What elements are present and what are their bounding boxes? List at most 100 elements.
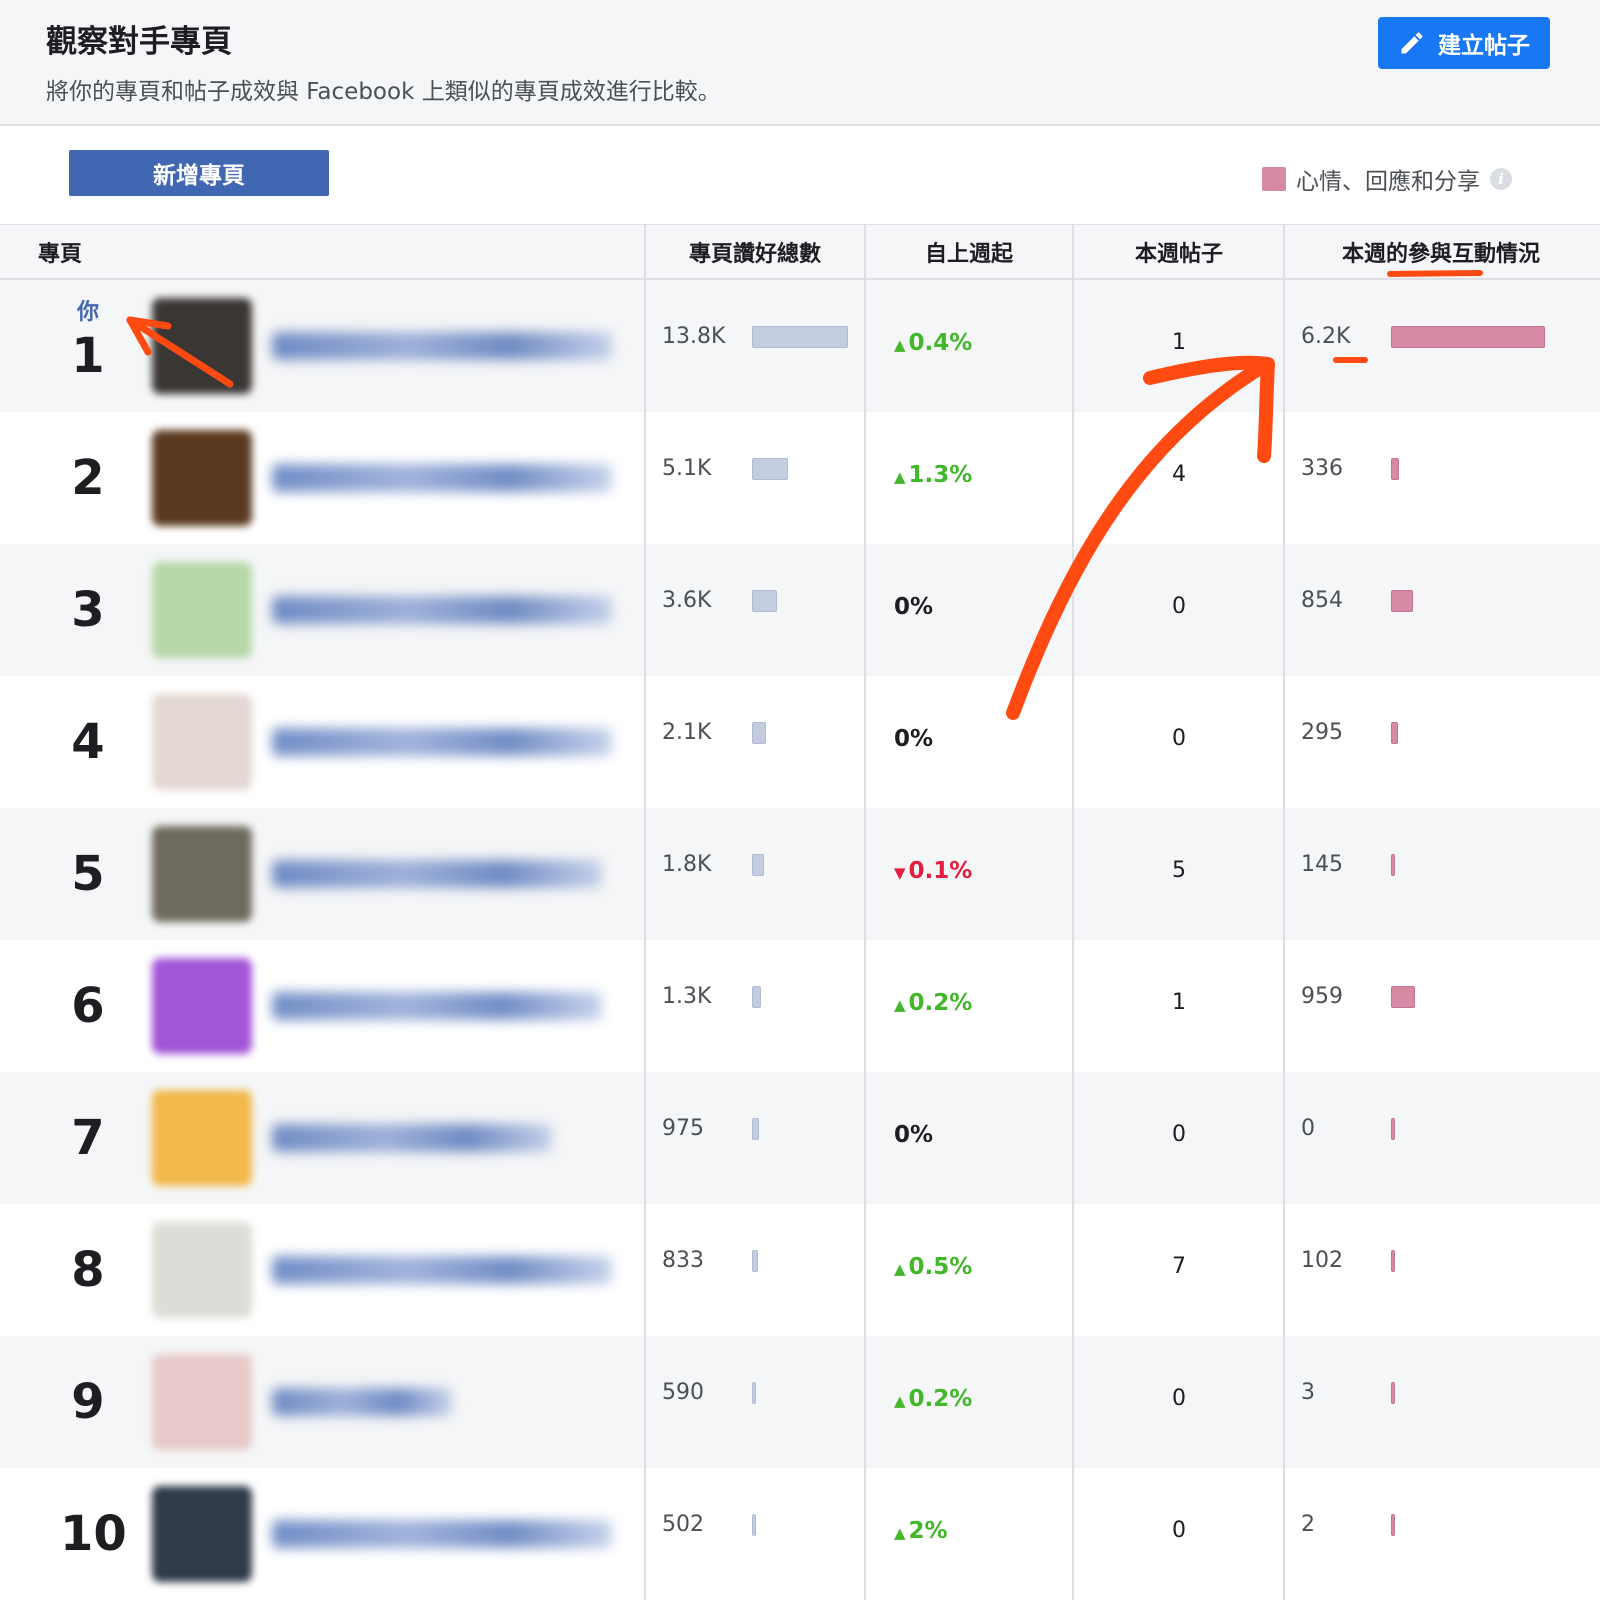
table-row[interactable]: 5 1.8K ▼ 0.1% 5 145 [0, 808, 1600, 940]
weekly-change: ▲ 0.5% [894, 1254, 972, 1280]
page-name-link[interactable] [272, 332, 612, 360]
posts-this-week: 1 [1172, 330, 1186, 355]
rank-number: 2 [71, 450, 105, 506]
page-avatar[interactable] [152, 826, 252, 922]
table-row[interactable]: 3 3.6K 0% 0 854 [0, 544, 1600, 676]
weekly-change-value: 0.2% [908, 1386, 973, 1412]
table-header: 專頁 專頁讚好總數 自上週起 本週帖子 本週的參與互動情況 [0, 224, 1600, 280]
page-avatar[interactable] [152, 1090, 252, 1186]
weekly-change: 0% [894, 594, 933, 620]
total-likes-value: 13.8K [662, 324, 726, 349]
engagement-value: 0 [1301, 1116, 1315, 1141]
total-likes-bar [752, 590, 777, 612]
posts-this-week: 0 [1172, 1386, 1186, 1411]
total-likes-bar [752, 1250, 758, 1272]
page-avatar[interactable] [152, 1222, 252, 1318]
arrow-up-icon: ▲ [894, 336, 906, 354]
weekly-change-value: 0.5% [908, 1254, 973, 1280]
column-header-change-since-last-week[interactable]: 自上週起 [866, 225, 1072, 279]
arrow-up-icon: ▲ [894, 1392, 906, 1410]
column-divider [1283, 224, 1285, 1600]
weekly-change-value: 0.2% [908, 990, 973, 1016]
column-header-total-likes[interactable]: 專頁讚好總數 [646, 225, 864, 279]
page-header: 觀察對手專頁 將你的專頁和帖子成效與 Facebook 上類似的專頁成效進行比較… [0, 0, 1600, 126]
engagement-value: 3 [1301, 1380, 1315, 1405]
column-header-posts-this-week[interactable]: 本週帖子 [1076, 225, 1282, 279]
page-avatar[interactable] [152, 562, 252, 658]
engagement-value: 2 [1301, 1512, 1315, 1537]
engagement-bar [1391, 458, 1399, 480]
page-name-link[interactable] [272, 728, 612, 756]
page-avatar[interactable] [152, 298, 252, 394]
posts-this-week: 0 [1172, 1122, 1186, 1147]
engagement-value: 102 [1301, 1248, 1343, 1273]
arrow-up-icon: ▲ [894, 1260, 906, 1278]
total-likes-bar [752, 1514, 756, 1536]
total-likes-value: 502 [662, 1512, 704, 1537]
arrow-up-icon: ▲ [894, 996, 906, 1014]
table-row[interactable]: 8 833 ▲ 0.5% 7 102 [0, 1204, 1600, 1336]
page-avatar[interactable] [152, 694, 252, 790]
engagement-bar [1391, 854, 1395, 876]
total-likes-bar [752, 1382, 756, 1404]
table-row[interactable]: 10 502 ▲ 2% 0 2 [0, 1468, 1600, 1600]
weekly-change-value: 0.1% [908, 858, 973, 884]
posts-this-week: 0 [1172, 726, 1186, 751]
rank-number: 4 [71, 714, 105, 770]
posts-this-week: 0 [1172, 1518, 1186, 1543]
create-post-label: 建立帖子 [1438, 33, 1530, 59]
weekly-change: ▲ 0.2% [894, 1386, 972, 1412]
page-name-link[interactable] [272, 596, 612, 624]
create-post-button[interactable]: 建立帖子 [1378, 17, 1550, 69]
page-name-link[interactable] [272, 464, 612, 492]
total-likes-bar [752, 722, 766, 744]
posts-this-week: 1 [1172, 990, 1186, 1015]
page-avatar[interactable] [152, 1354, 252, 1450]
page-avatar[interactable] [152, 958, 252, 1054]
column-header-engagement-this-week[interactable]: 本週的參與互動情況 [1286, 225, 1596, 279]
you-label: 你 [76, 300, 99, 325]
page-name-link[interactable] [272, 1256, 612, 1284]
arrow-up-icon: ▲ [894, 468, 906, 486]
total-likes-value: 3.6K [662, 588, 712, 613]
engagement-value: 145 [1301, 852, 1343, 877]
table-row[interactable]: 6 1.3K ▲ 0.2% 1 959 [0, 940, 1600, 1072]
page-avatar[interactable] [152, 1486, 252, 1582]
arrow-down-icon: ▼ [894, 864, 906, 882]
weekly-change: ▲ 1.3% [894, 462, 972, 488]
engagement-bar [1391, 1382, 1395, 1404]
engagement-value: 6.2K [1301, 324, 1351, 349]
page-avatar[interactable] [152, 430, 252, 526]
page-name-link[interactable] [272, 1388, 452, 1416]
column-header-page[interactable]: 專頁 [38, 225, 82, 279]
page-name-link[interactable] [272, 860, 602, 888]
total-likes-bar [752, 1118, 759, 1140]
engagement-bar [1391, 326, 1545, 348]
weekly-change: ▼ 0.1% [894, 858, 972, 884]
legend-swatch [1262, 167, 1286, 191]
rank-number: 9 [71, 1374, 105, 1430]
table-row[interactable]: 7 975 0% 0 0 [0, 1072, 1600, 1204]
total-likes-value: 5.1K [662, 456, 712, 481]
table-row[interactable]: 4 2.1K 0% 0 295 [0, 676, 1600, 808]
posts-this-week: 4 [1172, 462, 1186, 487]
weekly-change-value: 0% [894, 726, 934, 752]
weekly-change-value: 0% [894, 594, 934, 620]
table-row[interactable]: 你 1 13.8K ▲ 0.4% 1 6.2K [0, 280, 1600, 412]
column-divider [1072, 224, 1074, 1600]
total-likes-bar [752, 854, 764, 876]
table-row[interactable]: 2 5.1K ▲ 1.3% 4 336 [0, 412, 1600, 544]
add-page-button[interactable]: 新增專頁 [69, 150, 329, 196]
legend-label: 心情、回應和分享 [1296, 169, 1480, 195]
weekly-change-value: 0.4% [908, 330, 973, 356]
engagement-value: 336 [1301, 456, 1343, 481]
table-row[interactable]: 9 590 ▲ 0.2% 0 3 [0, 1336, 1600, 1468]
page-subtitle: 將你的專頁和帖子成效與 Facebook 上類似的專頁成效進行比較。 [46, 79, 721, 105]
posts-this-week: 7 [1172, 1254, 1186, 1279]
page-name-link[interactable] [272, 1124, 552, 1152]
weekly-change: ▲ 2% [894, 1518, 948, 1544]
total-likes-value: 590 [662, 1380, 704, 1405]
page-name-link[interactable] [272, 1520, 612, 1548]
page-name-link[interactable] [272, 992, 602, 1020]
info-icon[interactable]: i [1490, 168, 1512, 190]
